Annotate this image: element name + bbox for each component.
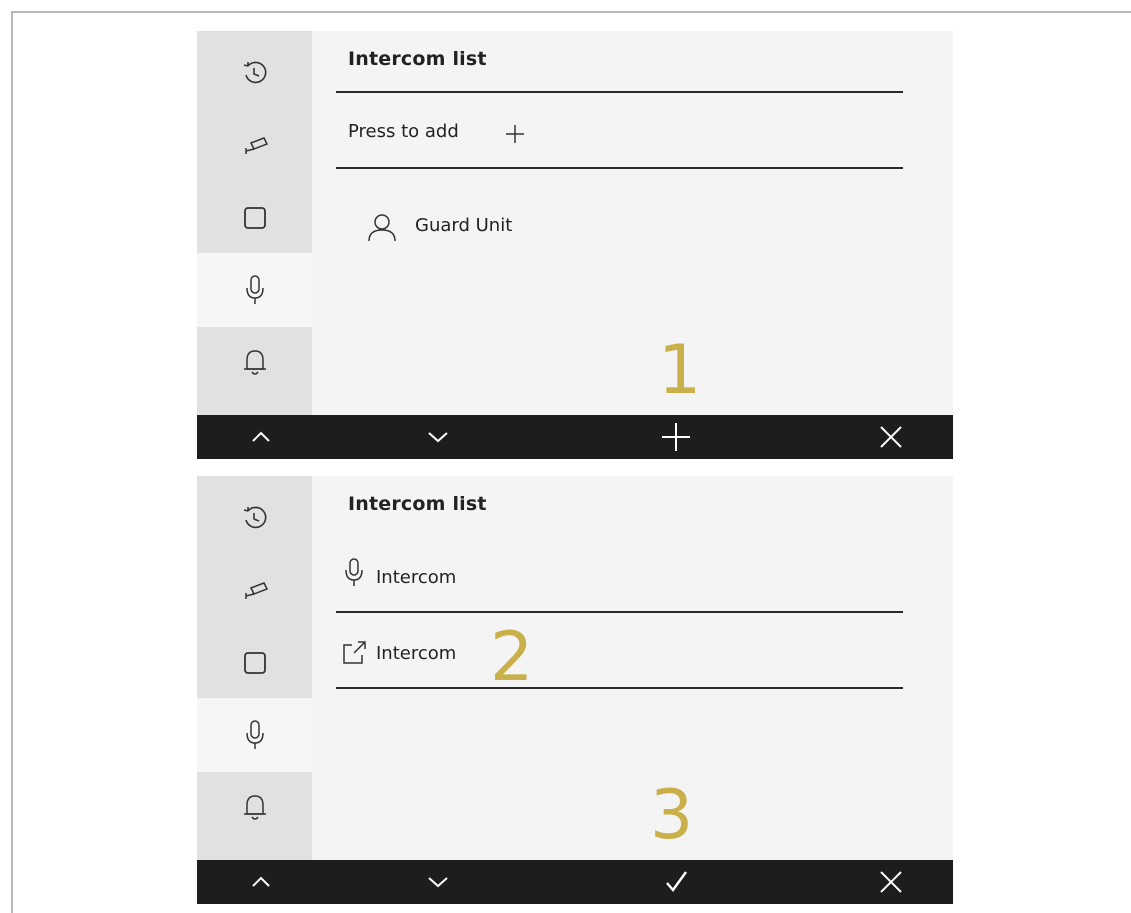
chevron-down-icon (428, 877, 448, 888)
external-link-icon (343, 641, 366, 664)
square-icon (243, 207, 266, 229)
content-area: Intercom list Intercom Intercom 2 3 (312, 476, 953, 860)
scroll-down-button[interactable] (408, 415, 468, 459)
scroll-up-button[interactable] (231, 415, 291, 459)
plus-icon (506, 125, 524, 143)
sidebar-item-alarm[interactable] (197, 325, 312, 399)
bottom-toolbar (197, 415, 953, 459)
step-annotation-1: 1 (658, 331, 702, 410)
divider (336, 687, 903, 689)
person-icon (368, 214, 396, 242)
chevron-up-icon (252, 431, 270, 442)
checkmark-icon (666, 871, 687, 892)
microphone-icon (245, 275, 264, 304)
frame-border-top (11, 11, 1131, 13)
divider (336, 167, 903, 169)
square-icon (243, 652, 266, 674)
close-button[interactable] (861, 860, 921, 904)
sidebar (197, 476, 312, 860)
confirm-button[interactable] (646, 860, 706, 904)
sidebar-item-intercom[interactable] (197, 253, 312, 327)
camera-icon (244, 137, 268, 154)
content-area: Intercom list Press to add Guard Unit 1 (312, 31, 953, 415)
chevron-down-icon (428, 432, 448, 443)
divider (336, 611, 903, 613)
sidebar-item-camera[interactable] (197, 109, 312, 183)
add-button[interactable] (646, 415, 706, 459)
camera-icon (244, 582, 268, 599)
step-annotation-3: 3 (650, 776, 694, 855)
plus-icon (662, 423, 690, 451)
intercom-label: Intercom (376, 643, 457, 664)
press-to-add-label: Press to add (348, 121, 459, 142)
step-annotation-2: 2 (490, 618, 534, 697)
sidebar-item-intercom[interactable] (197, 698, 312, 772)
bottom-toolbar (197, 860, 953, 904)
microphone-icon (245, 720, 264, 749)
sidebar-item-doors[interactable] (197, 626, 312, 700)
sidebar-item-camera[interactable] (197, 554, 312, 628)
frame-border-left (11, 11, 13, 913)
history-icon (243, 61, 266, 84)
microphone-icon (345, 558, 363, 586)
page-title: Intercom list (348, 48, 487, 70)
sidebar-item-doors[interactable] (197, 181, 312, 255)
intercom-label: Intercom (376, 567, 457, 588)
sidebar-item-history[interactable] (197, 482, 312, 556)
sidebar-item-history[interactable] (197, 37, 312, 111)
bell-icon (243, 350, 266, 375)
history-icon (243, 506, 266, 529)
chevron-up-icon (252, 876, 270, 887)
scroll-up-button[interactable] (231, 860, 291, 904)
scroll-down-button[interactable] (408, 860, 468, 904)
sidebar (197, 31, 312, 415)
close-icon (880, 426, 902, 448)
sidebar-item-alarm[interactable] (197, 770, 312, 844)
page-title: Intercom list (348, 493, 487, 515)
intercom-list-screen-2: Intercom list Intercom Intercom 2 3 (197, 476, 953, 904)
close-icon (880, 871, 902, 893)
contact-label: Guard Unit (415, 215, 513, 236)
bell-icon (243, 795, 266, 820)
close-button[interactable] (861, 415, 921, 459)
divider (336, 91, 903, 93)
intercom-list-screen-1: Intercom list Press to add Guard Unit 1 (197, 31, 953, 459)
